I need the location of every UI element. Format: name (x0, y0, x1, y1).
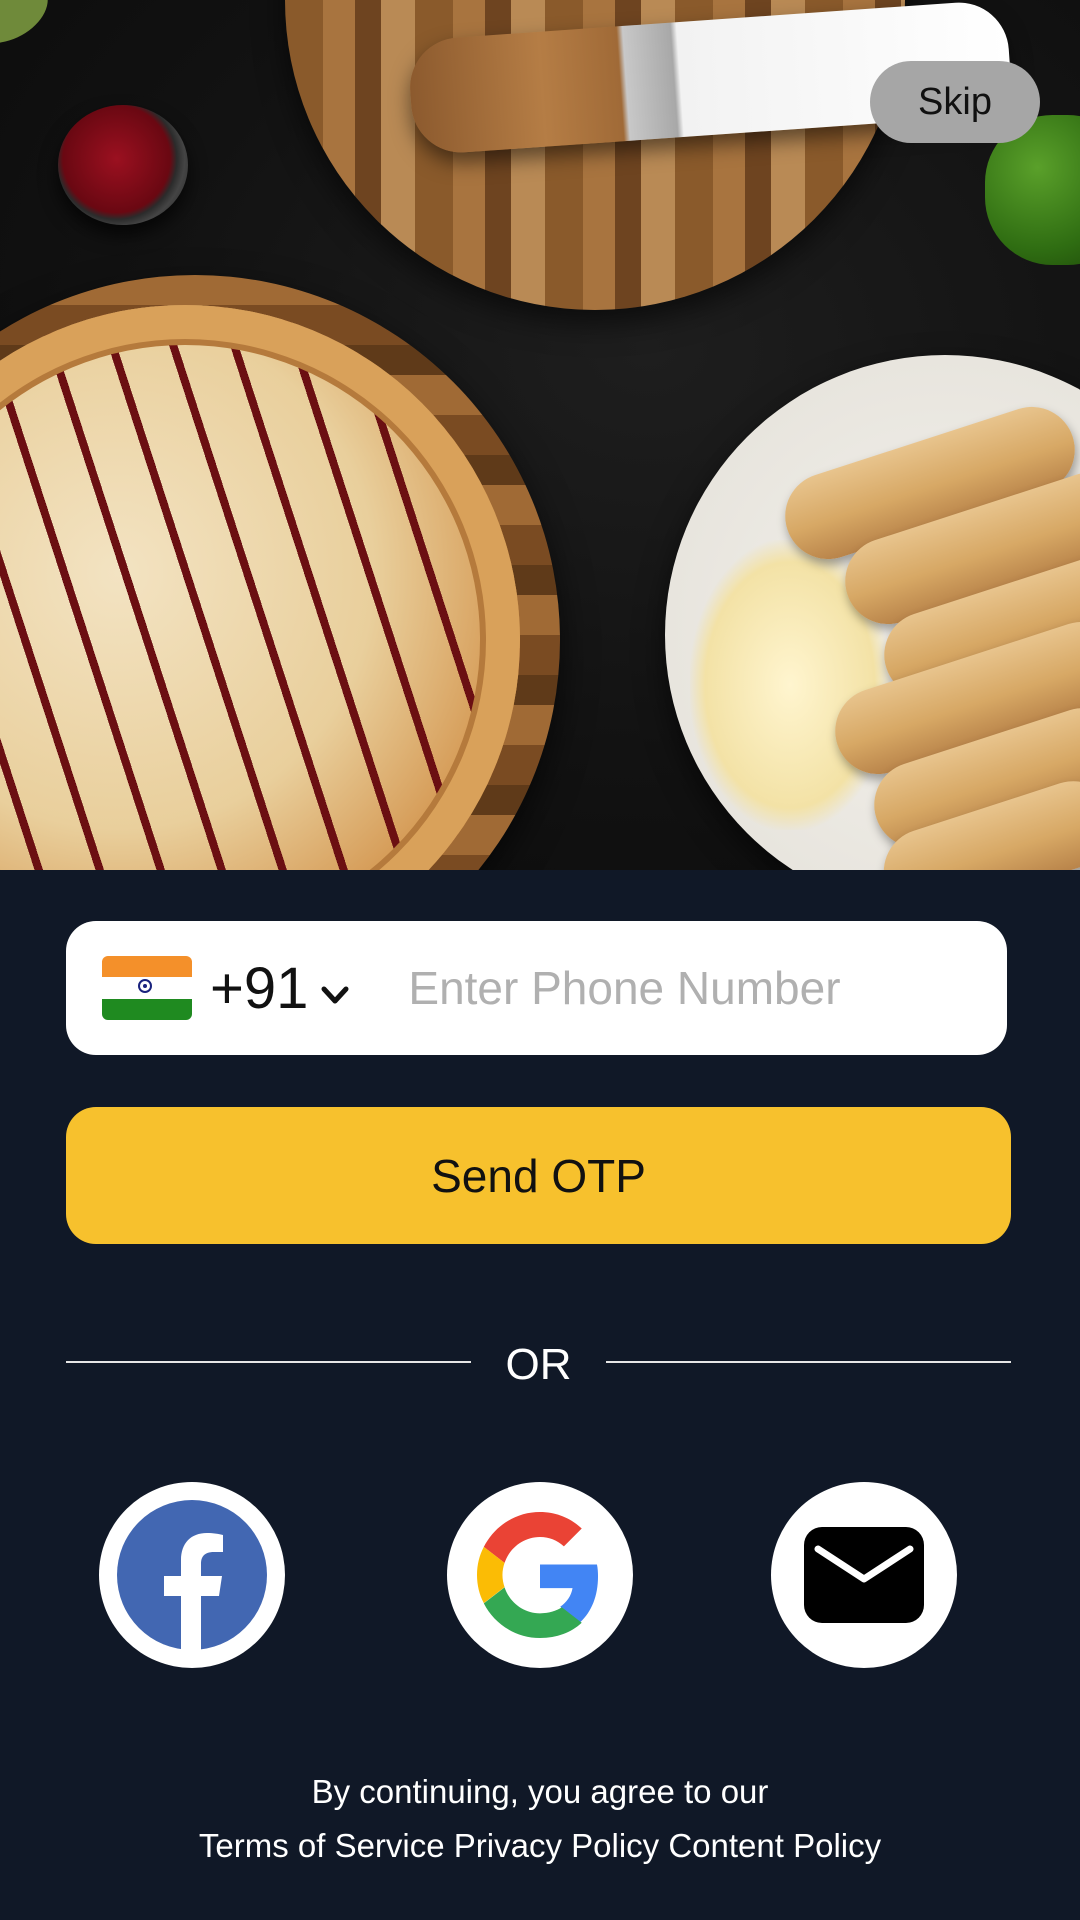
herb-garnish (0, 0, 59, 57)
terms-agree-text: By continuing, you agree to our (311, 1773, 769, 1810)
skip-button[interactable]: Skip (870, 61, 1040, 143)
divider-line-right (606, 1361, 1011, 1363)
terms-of-service-link[interactable]: Terms of Service (199, 1827, 445, 1864)
privacy-policy-link[interactable]: Privacy Policy (454, 1827, 659, 1864)
google-login-button[interactable] (447, 1482, 633, 1668)
phone-number-field[interactable]: +91 (66, 921, 1007, 1055)
facebook-login-button[interactable] (99, 1482, 285, 1668)
facebook-icon (117, 1500, 267, 1650)
google-icon (477, 1512, 599, 1638)
sauce-cup (58, 105, 188, 225)
mail-icon (804, 1527, 924, 1623)
or-label: OR (505, 1340, 572, 1389)
chevron-down-icon[interactable] (320, 980, 350, 1010)
email-login-button[interactable] (771, 1482, 957, 1668)
footer-links: Terms of Service Privacy Policy Content … (0, 1827, 1080, 1865)
send-otp-button[interactable]: Send OTP (66, 1107, 1011, 1244)
divider-line-left (66, 1361, 471, 1363)
phone-input[interactable] (406, 960, 931, 1016)
content-policy-link[interactable]: Content Policy (668, 1827, 881, 1864)
country-code[interactable]: +91 (210, 955, 308, 1022)
india-flag-icon[interactable] (102, 956, 192, 1020)
